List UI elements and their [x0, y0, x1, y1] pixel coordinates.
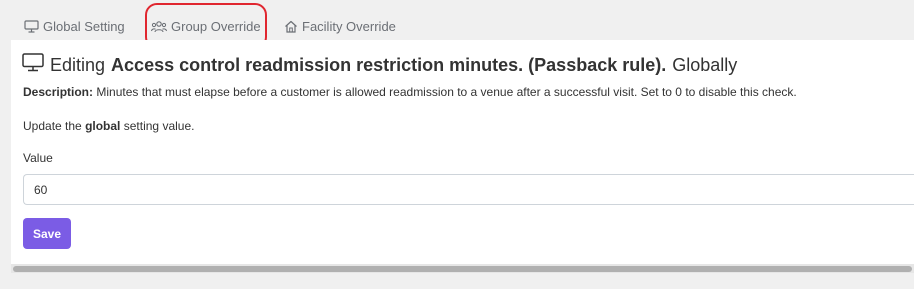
tab-label: Facility Override	[302, 18, 396, 34]
home-icon	[284, 20, 298, 33]
monitor-icon	[24, 19, 39, 33]
update-note: Update the global setting value.	[23, 119, 194, 133]
description-label: Description:	[23, 85, 94, 99]
save-button[interactable]: Save	[23, 218, 71, 249]
horizontal-scrollbar[interactable]	[11, 264, 914, 273]
users-icon	[151, 20, 167, 33]
value-field-label: Value	[23, 151, 53, 165]
title-prefix: Editing	[50, 54, 106, 75]
setting-description: Description: Minutes that must elapse be…	[23, 85, 797, 99]
tab-global-setting[interactable]: Global Setting	[24, 17, 125, 35]
tab-label: Global Setting	[43, 18, 125, 34]
setting-name: Access control readmission restriction m…	[111, 54, 667, 75]
title-scope: Globally	[672, 54, 738, 75]
description-text: Minutes that must elapse before a custom…	[96, 85, 797, 99]
setting-editor-panel: Editing Access control readmission restr…	[11, 40, 914, 266]
scrollbar-thumb[interactable]	[13, 266, 912, 272]
override-tabs: Global Setting Group Override Facility O…	[0, 0, 914, 49]
update-note-scope: global	[85, 119, 121, 133]
update-note-before: Update the	[23, 119, 82, 133]
tab-label: Group Override	[171, 18, 261, 34]
update-note-after: setting value.	[123, 119, 195, 133]
page-title: Editing Access control readmission restr…	[22, 53, 737, 77]
tab-group-override[interactable]: Group Override	[151, 17, 261, 35]
value-input[interactable]	[23, 174, 914, 205]
tab-facility-override[interactable]: Facility Override	[284, 17, 396, 35]
monitor-icon	[22, 53, 44, 77]
